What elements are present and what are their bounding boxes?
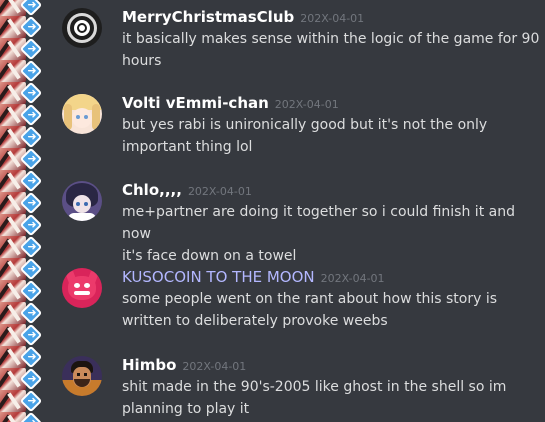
message-header: KUSOCOIN TO THE MOON 202X-04-01 — [122, 266, 542, 288]
avatar[interactable] — [62, 8, 102, 48]
timestamp: 202X-04-01 — [182, 360, 247, 373]
message-line: but yes rabi is unironically good but it… — [122, 117, 488, 133]
avatar[interactable] — [62, 181, 102, 221]
message-line: it basically makes sense within the logi… — [122, 31, 540, 47]
message-content: Volti vEmmi-chan 202X-04-01 but yes rabi … — [122, 92, 542, 158]
message-line: it's face down on a towel — [122, 248, 297, 264]
message-line: planning to play it — [122, 401, 250, 417]
avatar[interactable] — [62, 94, 102, 134]
message-item: MerryChristmasClub 202X-04-01 it basicall… — [62, 6, 540, 90]
message-content: KUSOCOIN TO THE MOON 202X-04-01 some peop… — [122, 266, 542, 332]
timestamp: 202X-04-01 — [187, 185, 252, 198]
message-line: hours — [122, 53, 162, 69]
message-line: some people went on the rant about how t… — [122, 291, 498, 307]
message-item: KUSOCOIN TO THE MOON 202X-04-01 some peop… — [62, 266, 540, 350]
message-header: Himbo 202X-04-01 — [122, 354, 542, 376]
avatar[interactable] — [62, 268, 102, 308]
username[interactable]: Chlo,,,, — [122, 181, 182, 199]
username[interactable]: KUSOCOIN TO THE MOON — [122, 268, 315, 286]
message-text: me+partner are doing it together so i co… — [122, 201, 542, 267]
timestamp: 202X-04-01 — [320, 272, 385, 285]
avatar[interactable] — [62, 356, 102, 396]
message-text: some people went on the rant about how t… — [122, 288, 542, 332]
message-header: Volti vEmmi-chan 202X-04-01 — [122, 92, 542, 114]
message-line: shit made in the 90's-2005 like ghost in… — [122, 379, 507, 395]
message-text: it basically makes sense within the logi… — [122, 28, 542, 72]
message-content: Himbo 202X-04-01 shit made in the 90's-20… — [122, 354, 542, 420]
message-list: MerryChristmasClub 202X-04-01 it basicall… — [0, 0, 545, 422]
message-header: MerryChristmasClub 202X-04-01 — [122, 6, 542, 28]
message-header: Chlo,,,, 202X-04-01 — [122, 179, 542, 201]
username[interactable]: Volti vEmmi-chan — [122, 94, 269, 112]
message-content: Chlo,,,, 202X-04-01 me+partner are doing … — [122, 179, 542, 267]
username[interactable]: MerryChristmasClub — [122, 8, 294, 26]
timestamp: 202X-04-01 — [274, 98, 339, 111]
chat-view: ➜➜➜➜➜➜➜➜➜➜➜➜➜➜➜➜➜➜➜➜ MerryChristmasClub2… — [0, 0, 545, 422]
message-item: Chlo,,,, 202X-04-01 me+partner are doing … — [62, 179, 540, 264]
message-item: Himbo 202X-04-01 shit made in the 90's-20… — [62, 354, 540, 422]
message-text: but yes rabi is unironically good but it… — [122, 114, 542, 158]
message-line: me+partner are doing it together so i co… — [122, 204, 515, 242]
username[interactable]: Himbo — [122, 356, 176, 374]
message-item: Volti vEmmi-chan 202X-04-01 but yes rabi … — [62, 92, 540, 176]
message-line: important thing lol — [122, 139, 253, 155]
message-line: written to deliberately provoke weebs — [122, 313, 388, 329]
timestamp: 202X-04-01 — [300, 12, 365, 25]
message-text: shit made in the 90's-2005 like ghost in… — [122, 376, 542, 420]
message-content: MerryChristmasClub 202X-04-01 it basicall… — [122, 6, 542, 72]
